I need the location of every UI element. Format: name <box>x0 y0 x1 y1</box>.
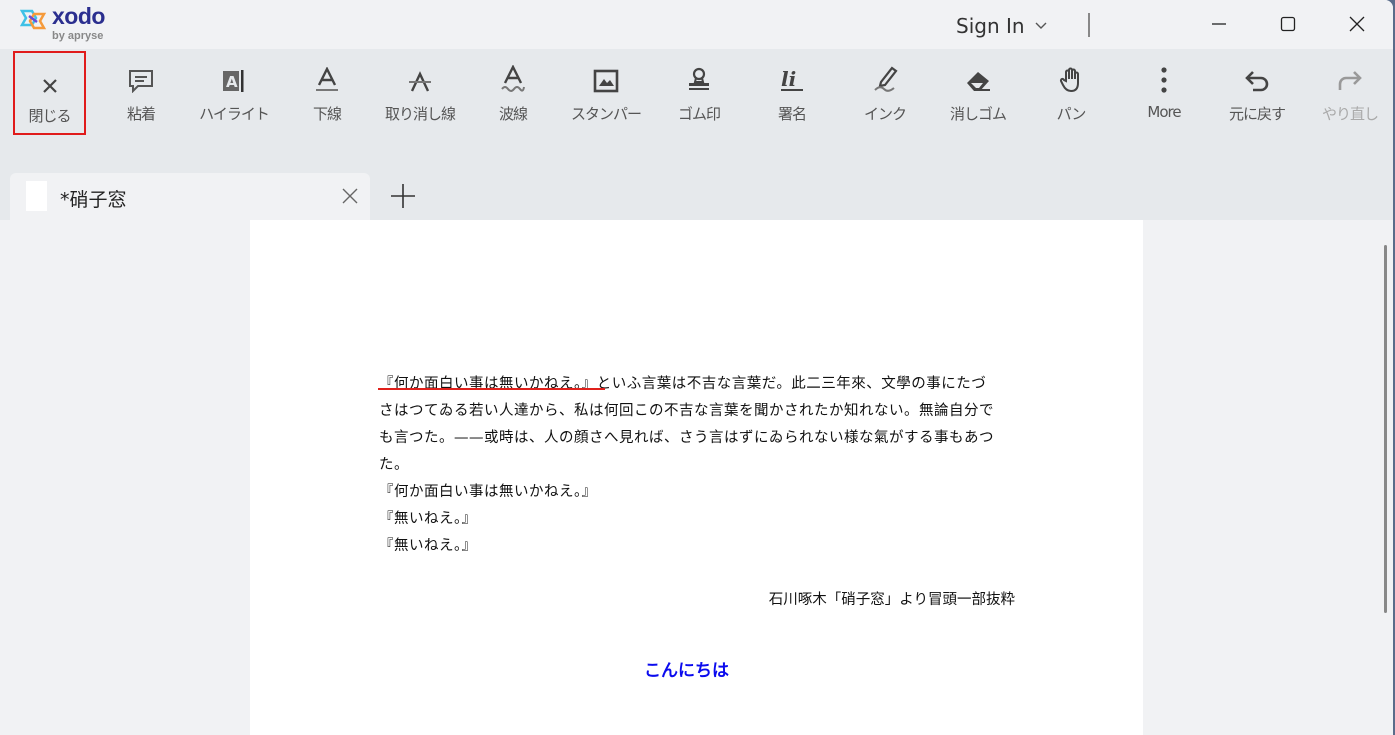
highlight-tool-button[interactable]: A ハイライト <box>188 51 280 135</box>
tool-label: 下線 <box>312 105 342 123</box>
tool-label: 波線 <box>498 105 528 123</box>
body-line: 『無いねえ。』 <box>379 538 477 554</box>
tool-label: ゴム印 <box>677 105 721 123</box>
add-tab-icon[interactable] <box>390 183 416 209</box>
underline-icon <box>316 67 338 91</box>
tool-label: 閉じる <box>28 107 71 125</box>
more-tool-button[interactable]: More <box>1118 51 1210 135</box>
tool-label: スタンパー <box>570 105 642 123</box>
eraser-icon <box>967 72 990 91</box>
logo-icon <box>20 9 47 30</box>
minimize-button[interactable] <box>1196 0 1242 48</box>
titlebar-divider <box>1088 13 1090 37</box>
close-tool-button[interactable]: 閉じる <box>13 51 86 135</box>
vertical-scrollbar[interactable] <box>1384 245 1387 613</box>
document-thumbnail <box>26 181 47 211</box>
strikeout-icon <box>409 71 431 92</box>
minimize-icon <box>1212 23 1226 25</box>
pan-tool-button[interactable]: パン <box>1025 51 1117 135</box>
tool-label: やり直し <box>1321 105 1379 123</box>
strikeout-tool-button[interactable]: 取り消し線 <box>374 51 466 135</box>
tool-label: インク <box>863 105 907 123</box>
body-line: さはつてゐる若い人達から、私は何回この不吉な言葉を聞かされたか知れない。無論自分… <box>379 403 994 419</box>
pdf-page: 『何か面白い事は無いかねえ。』といふ言葉は不吉な言葉だ。此二三年來、文學の事にた… <box>250 220 1143 735</box>
free-text-annotation[interactable]: こんにちは <box>644 656 729 681</box>
close-icon <box>1349 16 1365 32</box>
tool-label: パン <box>1056 105 1087 123</box>
credit-line: 石川啄木「硝子窓」より冒頭一部抜粋 <box>768 592 1015 608</box>
xodo-logo: xodo by apryse <box>20 3 130 46</box>
annotation-toolbar: 閉じる 粘着 A ハイライト 下線 取り消し線 波線 スタンパー ゴム印 li … <box>0 49 1393 173</box>
undo-button[interactable]: 元に戻す <box>1211 51 1303 135</box>
tool-label: 元に戻す <box>1228 105 1286 123</box>
close-icon <box>42 79 57 93</box>
sticky-note-tool-button[interactable]: 粘着 <box>95 51 187 135</box>
svg-text:li: li <box>781 67 796 91</box>
underline-annotation[interactable] <box>378 388 605 390</box>
tab-bar: *硝子窓 <box>0 173 1393 220</box>
svg-text:A: A <box>226 73 238 91</box>
tool-label: 署名 <box>777 105 807 123</box>
body-line: も言つた。——或時は、人の顔さへ見れば、さう言はずにゐられない様な氣がする事もあ… <box>379 430 994 446</box>
squiggly-tool-button[interactable]: 波線 <box>467 51 559 135</box>
redo-icon <box>1338 71 1362 90</box>
logo-subtext: by apryse <box>52 30 104 42</box>
image-icon <box>593 69 619 93</box>
logo-text: xodo <box>52 3 105 29</box>
hand-icon <box>1059 67 1079 93</box>
stamper-tool-button[interactable]: スタンパー <box>560 51 652 135</box>
title-bar: xodo by apryse Sign In <box>0 0 1393 49</box>
undo-icon <box>1245 71 1269 92</box>
pen-icon <box>874 66 898 92</box>
body-line: た。 <box>379 457 409 473</box>
highlight-icon: A <box>223 70 244 92</box>
body-line: 『何か面白い事は無いかねえ。』 <box>379 484 597 500</box>
chevron-down-icon <box>1035 22 1047 29</box>
squiggly-icon <box>501 65 525 92</box>
sign-in-label: Sign In <box>956 14 1025 38</box>
eraser-tool-button[interactable]: 消しゴム <box>932 51 1024 135</box>
comment-icon <box>129 70 153 93</box>
tool-label: 取り消し線 <box>384 105 456 123</box>
sign-in-button[interactable]: Sign In <box>956 14 1047 38</box>
signature-icon: li <box>781 67 803 91</box>
tab-title: *硝子窓 <box>60 189 127 211</box>
maximize-icon <box>1280 16 1296 32</box>
tool-label: 消しゴム <box>949 105 1007 123</box>
document-tab[interactable]: *硝子窓 <box>10 173 370 220</box>
signature-tool-button[interactable]: li 署名 <box>746 51 838 135</box>
ink-tool-button[interactable]: インク <box>839 51 931 135</box>
tool-label: More <box>1147 103 1181 121</box>
redo-button[interactable]: やり直し <box>1304 51 1393 135</box>
body-line: 『無いねえ。』 <box>379 511 477 527</box>
tool-label: ハイライト <box>199 105 270 123</box>
tab-close-icon[interactable] <box>342 188 358 204</box>
tool-label: 粘着 <box>126 105 156 123</box>
stamp-icon <box>689 67 709 90</box>
underline-tool-button[interactable]: 下線 <box>281 51 373 135</box>
more-vertical-icon <box>1161 67 1167 93</box>
maximize-button[interactable] <box>1265 0 1311 48</box>
window-close-button[interactable] <box>1334 0 1380 48</box>
app-window: xodo by apryse Sign In 閉じる 粘着 A ハイライト 下線… <box>0 0 1393 735</box>
document-viewer: 『何か面白い事は無いかねえ。』といふ言葉は不吉な言葉だ。此二三年來、文學の事にた… <box>0 220 1393 735</box>
rubber-stamp-tool-button[interactable]: ゴム印 <box>653 51 745 135</box>
